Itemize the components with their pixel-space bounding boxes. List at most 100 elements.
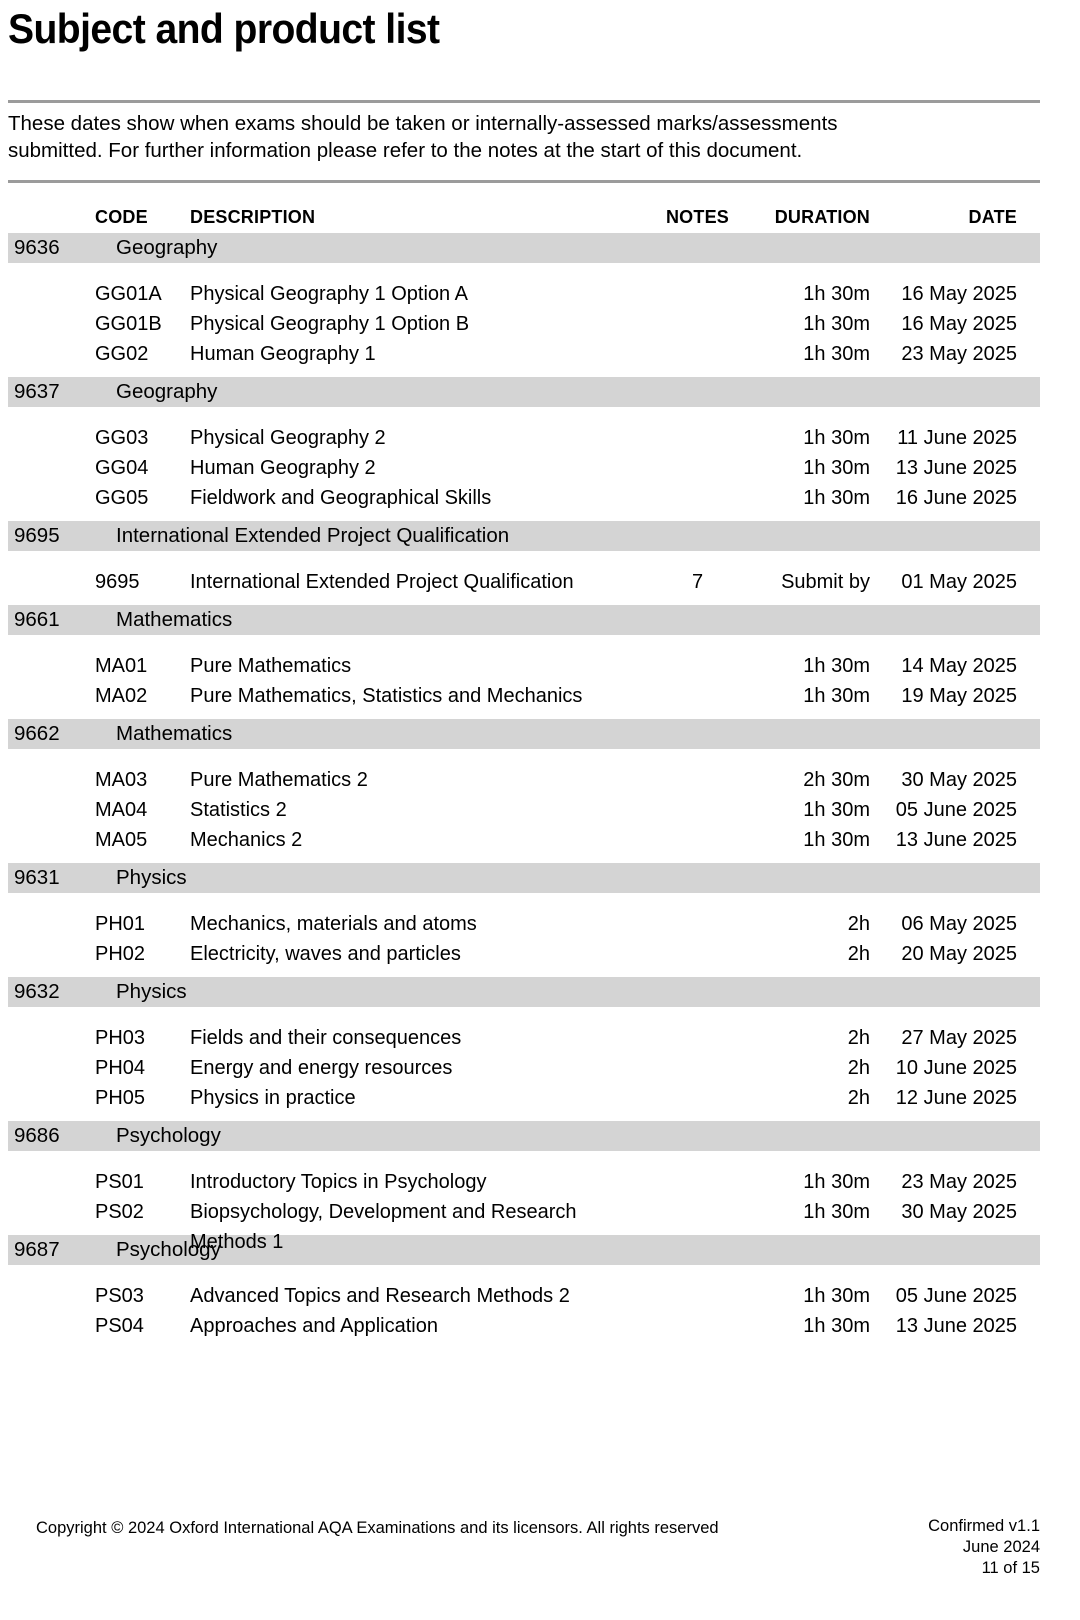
row-description: Pure Mathematics, Statistics and Mechani… (190, 685, 583, 708)
table-row: GG01B Physical Geography 1 Option B 1h 30m… (8, 309, 1040, 339)
subject-group: 9637 Geography GG03 Physical Geography 2 1h … (8, 377, 1040, 521)
subject-code: 9662 (14, 722, 60, 746)
row-description: Physical Geography 1 Option B (190, 313, 470, 336)
table-row: PS02 Biopsychology, Development and Resea… (8, 1197, 1040, 1253)
row-duration: 1h 30m (803, 283, 870, 306)
divider-bottom (8, 180, 1040, 184)
subject-name: Physics (116, 866, 187, 890)
row-date: 05 June 2025 (895, 1285, 1017, 1308)
row-duration: 1h 30m (803, 799, 870, 822)
row-code: PS04 (95, 1315, 144, 1338)
row-description: Physical Geography 2 (190, 427, 386, 450)
subject-code: 9695 (14, 524, 60, 548)
row-code: PS01 (95, 1171, 144, 1194)
row-duration: 2h 30m (803, 769, 870, 792)
row-duration: 1h 30m (803, 1285, 870, 1308)
row-description: Human Geography 2 (190, 457, 376, 480)
row-description: Energy and energy resources (190, 1057, 453, 1080)
table-row: GG02 Human Geography 1 1h 30m 23 May 2025 (8, 339, 1040, 369)
intro-text: These dates show when exams should be ta… (8, 112, 838, 163)
subject-group: 9662 Mathematics MA03 Pure Mathematics 2 2h … (8, 719, 1040, 863)
row-code: MA02 (95, 685, 148, 708)
row-date: 20 May 2025 (901, 943, 1017, 966)
row-duration: 1h 30m (803, 1171, 870, 1194)
subject-group: 9695 International Extended Project Quali… (8, 521, 1040, 605)
row-code: PH01 (95, 913, 146, 936)
page-title: Subject and product list (8, 5, 440, 52)
table-row: PS01 Introductory Topics in Psychology 1h … (8, 1167, 1040, 1197)
row-description: Approaches and Application (190, 1315, 438, 1338)
row-description: Physics in practice (190, 1087, 356, 1110)
subject-name: Psychology (116, 1124, 221, 1148)
row-date: 16 May 2025 (901, 283, 1017, 306)
row-description: Pure Mathematics 2 (190, 769, 368, 792)
row-description: Advanced Topics and Research Methods 2 (190, 1285, 570, 1308)
row-duration: Submit by (781, 571, 870, 594)
row-date: 23 May 2025 (901, 1171, 1017, 1194)
document-page: Subject and product list These dates sho… (0, 0, 1080, 1620)
subject-band: 9662 Mathematics (8, 719, 1040, 750)
row-date: 01 May 2025 (901, 571, 1017, 594)
subject-rows: GG03 Physical Geography 2 1h 30m 11 June 20… (8, 407, 1040, 521)
table-row: MA02 Pure Mathematics, Statistics and Mec… (8, 681, 1040, 711)
subject-rows: MA03 Pure Mathematics 2 2h 30m 30 May 2025 M… (8, 749, 1040, 863)
table-row: MA01 Pure Mathematics 1h 30m 14 May 2025 (8, 651, 1040, 681)
row-code: MA03 (95, 769, 148, 792)
row-description: Fieldwork and Geographical Skills (190, 487, 492, 510)
row-duration: 1h 30m (803, 427, 870, 450)
row-code: GG04 (95, 457, 149, 480)
row-date: 06 May 2025 (901, 913, 1017, 936)
table-row: MA05 Mechanics 2 1h 30m 13 June 2025 (8, 825, 1040, 855)
row-description: Fields and their consequences (190, 1027, 462, 1050)
row-description: Mechanics, materials and atoms (190, 913, 477, 936)
version-date: June 2024 (962, 1538, 1040, 1557)
row-description: Pure Mathematics (190, 655, 352, 678)
row-duration: 1h 30m (803, 655, 870, 678)
column-header-duration: DURATION (774, 207, 870, 228)
row-duration: 1h 30m (803, 343, 870, 366)
subject-name: Mathematics (116, 608, 233, 632)
column-header-date: DATE (968, 207, 1017, 228)
subject-group: 9631 Physics PH01 Mechanics, materials and … (8, 863, 1040, 977)
subject-band: 9632 Physics (8, 977, 1040, 1008)
row-date: 16 May 2025 (901, 313, 1017, 336)
row-date: 13 June 2025 (895, 1315, 1017, 1338)
table-row: PH03 Fields and their consequences 2h 27 Ma… (8, 1023, 1040, 1053)
table-row: 9695 International Extended Project Quali… (8, 567, 1040, 597)
subject-code: 9687 (14, 1238, 60, 1262)
row-code: 9695 (95, 571, 140, 594)
row-description: Electricity, waves and particles (190, 943, 461, 966)
row-duration: 2h (847, 913, 870, 936)
row-code: MA04 (95, 799, 148, 822)
row-code: GG01B (95, 313, 162, 336)
subject-code: 9632 (14, 980, 60, 1004)
subject-rows: 9695 International Extended Project Quali… (8, 551, 1040, 605)
row-code: PH02 (95, 943, 146, 966)
table-row: GG01A Physical Geography 1 Option A 1h 30m… (8, 279, 1040, 309)
version-block: Confirmed v1.1 June 2024 11 of 15 (928, 1516, 1040, 1579)
row-code: MA01 (95, 655, 148, 678)
divider-top (8, 100, 1040, 103)
row-notes: 7 (691, 571, 704, 594)
row-date: 11 June 2025 (897, 427, 1017, 450)
version-label: Confirmed v1.1 (928, 1517, 1040, 1535)
subject-group: 9632 Physics PH03 Fields and their conseque… (8, 977, 1040, 1121)
row-code: MA05 (95, 829, 148, 852)
table-row: GG03 Physical Geography 2 1h 30m 11 June 20… (8, 423, 1040, 453)
subject-code: 9637 (14, 380, 60, 404)
row-date: 13 June 2025 (895, 457, 1017, 480)
subject-band: 9695 International Extended Project Quali… (8, 521, 1040, 552)
table-row: MA03 Pure Mathematics 2 2h 30m 30 May 2025 (8, 765, 1040, 795)
row-date: 19 May 2025 (901, 685, 1017, 708)
table-row: GG05 Fieldwork and Geographical Skills 1h … (8, 483, 1040, 513)
column-header-description: DESCRIPTION (190, 207, 316, 228)
row-duration: 1h 30m (803, 1201, 870, 1224)
row-date: 23 May 2025 (901, 343, 1017, 366)
row-code: PS02 (95, 1201, 144, 1224)
subject-name: Psychology (116, 1238, 221, 1262)
row-duration: 1h 30m (803, 313, 870, 336)
row-code: GG02 (95, 343, 149, 366)
row-description: Biopsychology, Development and Research … (190, 1201, 577, 1254)
subject-group: 9661 Mathematics MA01 Pure Mathematics 1h 30… (8, 605, 1040, 719)
subject-code: 9661 (14, 608, 60, 632)
